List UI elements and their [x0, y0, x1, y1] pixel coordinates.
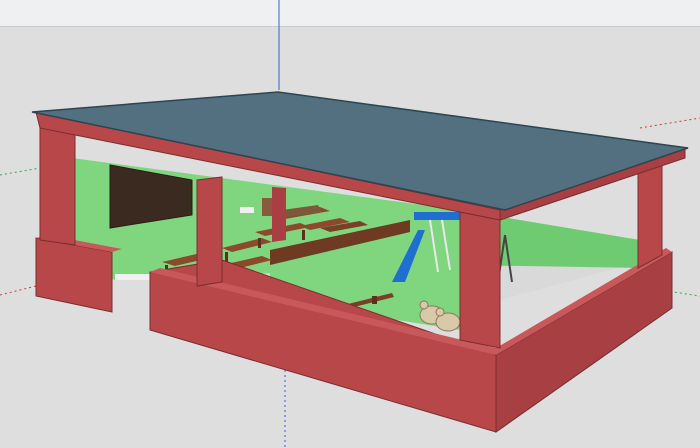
- pillar-mid: [272, 187, 286, 242]
- pillar-front-right: [459, 204, 501, 349]
- 3d-viewport[interactable]: [0, 0, 700, 448]
- horse-head: [435, 307, 445, 317]
- red-axis-line: [0, 284, 41, 296]
- desk-legs: [302, 230, 305, 240]
- model-scene[interactable]: [0, 0, 700, 448]
- chalk-tray: [115, 274, 155, 280]
- seesaw-pivot: [372, 296, 377, 304]
- pillar-front-left: [196, 176, 223, 287]
- pillar-left-back: [39, 114, 76, 246]
- green-axis-line: [0, 167, 41, 176]
- horse-head: [419, 300, 429, 310]
- small-sign: [240, 207, 254, 213]
- red-axis-line-right: [639, 117, 700, 129]
- desk-legs: [258, 238, 261, 248]
- pillar-right-back: [637, 157, 663, 269]
- slide-platform: [414, 212, 464, 220]
